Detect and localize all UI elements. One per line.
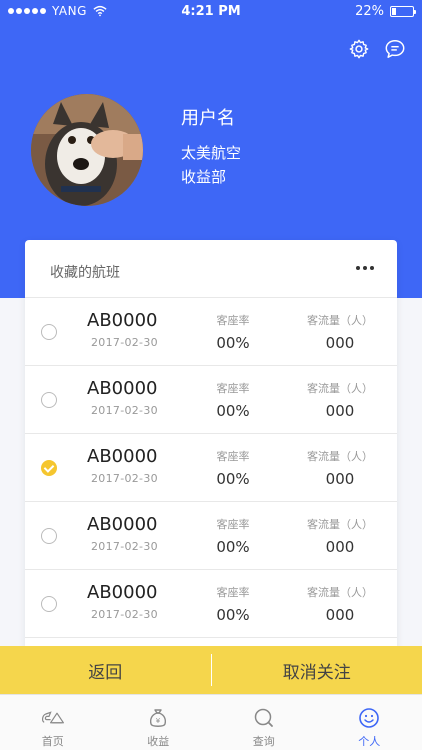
status-bar: YANG 4:21 PM 22%: [0, 0, 422, 24]
flight-date: 2017-02-30: [91, 608, 158, 621]
money-bag-icon: ¥: [150, 709, 167, 727]
flight-number: AB0000: [87, 310, 158, 331]
tab-revenue-label: 收益: [147, 735, 170, 748]
settings-button[interactable]: [348, 38, 370, 60]
select-radio-checked[interactable]: [41, 460, 57, 476]
passenger-value: 000: [325, 606, 355, 624]
passenger-flow: 客流量（人） 000: [295, 448, 385, 488]
load-factor: 客座率 00%: [205, 448, 261, 488]
tab-profile-label: 个人: [358, 735, 381, 748]
department-name: 收益部: [181, 168, 227, 186]
passenger-flow: 客流量（人） 000: [295, 312, 385, 352]
header-actions: [348, 38, 406, 60]
battery-icon: [390, 6, 416, 17]
flight-row[interactable]: AB0000 2017-02-30 客座率 00% 客流量（人） 000: [25, 366, 397, 434]
select-radio[interactable]: [41, 392, 57, 408]
flight-number: AB0000: [87, 514, 158, 535]
select-radio[interactable]: [41, 596, 57, 612]
flight-row[interactable]: AB0000 2017-02-30 客座率 00% 客流量（人） 000: [25, 298, 397, 366]
unfollow-button[interactable]: 取消关注: [212, 646, 422, 694]
passenger-label: 客流量（人）: [307, 314, 373, 327]
back-button[interactable]: 返回: [0, 646, 211, 694]
passenger-value: 000: [325, 402, 355, 420]
smiley-icon: [359, 708, 380, 728]
passenger-flow: 客流量（人） 000: [295, 516, 385, 556]
passenger-label: 客流量（人）: [307, 518, 373, 531]
load-factor-value: 00%: [216, 606, 250, 624]
search-icon: [254, 708, 273, 727]
tab-home-label: 首页: [41, 735, 64, 748]
tab-home[interactable]: 首页: [0, 695, 106, 750]
passenger-label: 客流量（人）: [307, 382, 373, 395]
select-radio[interactable]: [41, 324, 57, 340]
passenger-flow: 客流量（人） 000: [295, 584, 385, 624]
load-factor-label: 客座率: [216, 518, 250, 531]
flight-row[interactable]: AB0000 2017-02-30 客座率 00% 客流量（人） 000: [25, 570, 397, 638]
flight-number: AB0000: [87, 378, 158, 399]
gear-icon: [349, 39, 369, 59]
load-factor-label: 客座率: [216, 314, 250, 327]
select-radio[interactable]: [41, 528, 57, 544]
passenger-value: 000: [325, 334, 355, 352]
tab-profile[interactable]: 个人: [317, 695, 422, 750]
load-factor: 客座率 00%: [205, 312, 261, 352]
tab-query-label: 查询: [252, 735, 275, 748]
passenger-value: 000: [325, 538, 355, 556]
more-dots-icon: [356, 266, 360, 270]
passenger-flow: 客流量（人） 000: [295, 380, 385, 420]
load-factor: 客座率 00%: [205, 584, 261, 624]
tab-query[interactable]: 查询: [211, 695, 317, 750]
load-factor-label: 客座率: [216, 382, 250, 395]
load-factor-value: 00%: [216, 402, 250, 420]
home-logo-icon: [41, 711, 64, 724]
tab-bar: 首页 ¥ 收益 查询 个人: [0, 694, 422, 750]
load-factor-value: 00%: [216, 470, 250, 488]
flight-row[interactable]: AB0000 2017-02-30 客座率 00% 客流量（人） 000: [25, 434, 397, 502]
load-factor-label: 客座率: [216, 586, 250, 599]
passenger-value: 000: [325, 470, 355, 488]
load-factor-label: 客座率: [216, 450, 250, 463]
passenger-label: 客流量（人）: [307, 450, 373, 463]
tab-revenue[interactable]: ¥ 收益: [106, 695, 212, 750]
load-factor-value: 00%: [216, 334, 250, 352]
username: 用户名: [181, 108, 235, 129]
passenger-label: 客流量（人）: [307, 586, 373, 599]
load-factor-value: 00%: [216, 538, 250, 556]
load-factor: 客座率 00%: [205, 516, 261, 556]
action-bar: 返回 取消关注: [0, 646, 422, 694]
favorite-flights-card: 收藏的航班 AB0000 2017-02-30 客座率 00% 客流量（人） 0…: [25, 240, 397, 650]
svg-text:¥: ¥: [156, 717, 161, 725]
flight-row[interactable]: AB0000 2017-02-30 客座率 00% 客流量（人） 000: [25, 502, 397, 570]
card-title: 收藏的航班: [50, 265, 120, 281]
card-header: 收藏的航班: [25, 240, 397, 298]
flight-number: AB0000: [87, 582, 158, 603]
flight-date: 2017-02-30: [91, 472, 158, 485]
company-name: 太美航空: [181, 144, 242, 162]
messages-button[interactable]: [384, 38, 406, 60]
avatar[interactable]: [31, 94, 143, 206]
chat-bubble-icon: [385, 40, 405, 58]
flight-number: AB0000: [87, 446, 158, 467]
flight-date: 2017-02-30: [91, 336, 158, 349]
battery-percent: 22%: [355, 4, 384, 19]
flight-date: 2017-02-30: [91, 540, 158, 553]
more-button[interactable]: [351, 258, 379, 278]
dog-photo: [31, 94, 143, 206]
flight-date: 2017-02-30: [91, 404, 158, 417]
load-factor: 客座率 00%: [205, 380, 261, 420]
